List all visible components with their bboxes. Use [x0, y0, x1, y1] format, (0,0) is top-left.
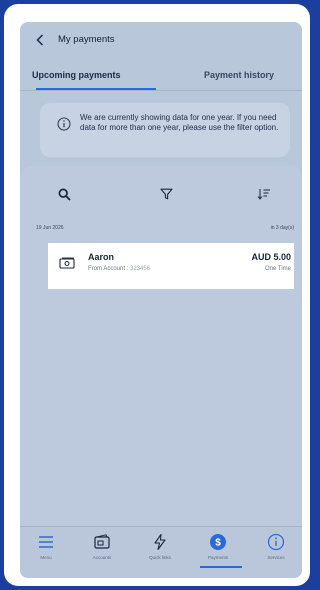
nav-menu[interactable]: Menu: [20, 533, 72, 573]
cash-icon: [59, 257, 75, 269]
menu-icon: [39, 536, 53, 548]
info-icon: [57, 117, 71, 131]
nav-label-menu: Menu: [40, 555, 52, 560]
payment-frequency: One Time: [264, 266, 291, 272]
page-title: My payments: [58, 34, 115, 45]
device-frame: My payments Upcoming payments Payment hi…: [4, 4, 310, 586]
from-account-number: 323456: [130, 266, 151, 272]
group-relative-date: in 3 day(s): [270, 225, 294, 231]
tab-upcoming-payments[interactable]: Upcoming payments: [32, 70, 121, 80]
nav-label-services: Services: [267, 555, 285, 560]
payment-amount: AUD 5.00: [251, 252, 291, 262]
svg-text:$: $: [215, 538, 221, 549]
payment-list-item[interactable]: Aaron From Account : 323456 AUD 5.00 One…: [48, 243, 294, 289]
group-date: 19 Jun 2026: [36, 225, 64, 231]
search-icon: [58, 188, 71, 201]
nav-label-accounts: Accounts: [92, 555, 112, 560]
sort-icon: [257, 189, 270, 200]
nav-active-indicator: [200, 566, 242, 568]
nav-accounts[interactable]: Accounts: [76, 533, 128, 573]
from-account-label: From Account :: [88, 266, 129, 272]
active-tab-indicator: [36, 88, 156, 90]
sort-button[interactable]: [254, 184, 274, 204]
from-account: From Account : 323456: [88, 266, 150, 272]
back-button[interactable]: [32, 31, 48, 49]
payee-name: Aaron: [88, 252, 115, 262]
app-screen: My payments Upcoming payments Payment hi…: [20, 22, 302, 578]
info-icon: [267, 533, 285, 551]
chevron-left-icon: [36, 34, 44, 46]
tab-payment-history[interactable]: Payment history: [204, 70, 274, 80]
dollar-icon: $: [210, 534, 226, 550]
filter-button[interactable]: [156, 184, 176, 204]
tab-divider: [20, 90, 302, 91]
bottom-navigation: Menu Accounts Quick links $ Payments Ser…: [20, 526, 302, 578]
nav-label-quick-links: Quick links: [149, 555, 171, 560]
lightning-icon: [154, 533, 166, 551]
nav-services[interactable]: Services: [250, 533, 302, 573]
notice-text: We are currently showing data for one ye…: [80, 113, 279, 132]
accounts-icon: [94, 534, 110, 549]
filter-icon: [159, 188, 173, 200]
info-notice: We are currently showing data for one ye…: [40, 103, 290, 157]
nav-label-payments: Payments: [207, 555, 228, 560]
list-toolbar: [40, 172, 290, 216]
search-button[interactable]: [54, 184, 74, 204]
nav-quick-links[interactable]: Quick links: [134, 533, 186, 573]
header: My payments Upcoming payments Payment hi…: [20, 22, 302, 92]
